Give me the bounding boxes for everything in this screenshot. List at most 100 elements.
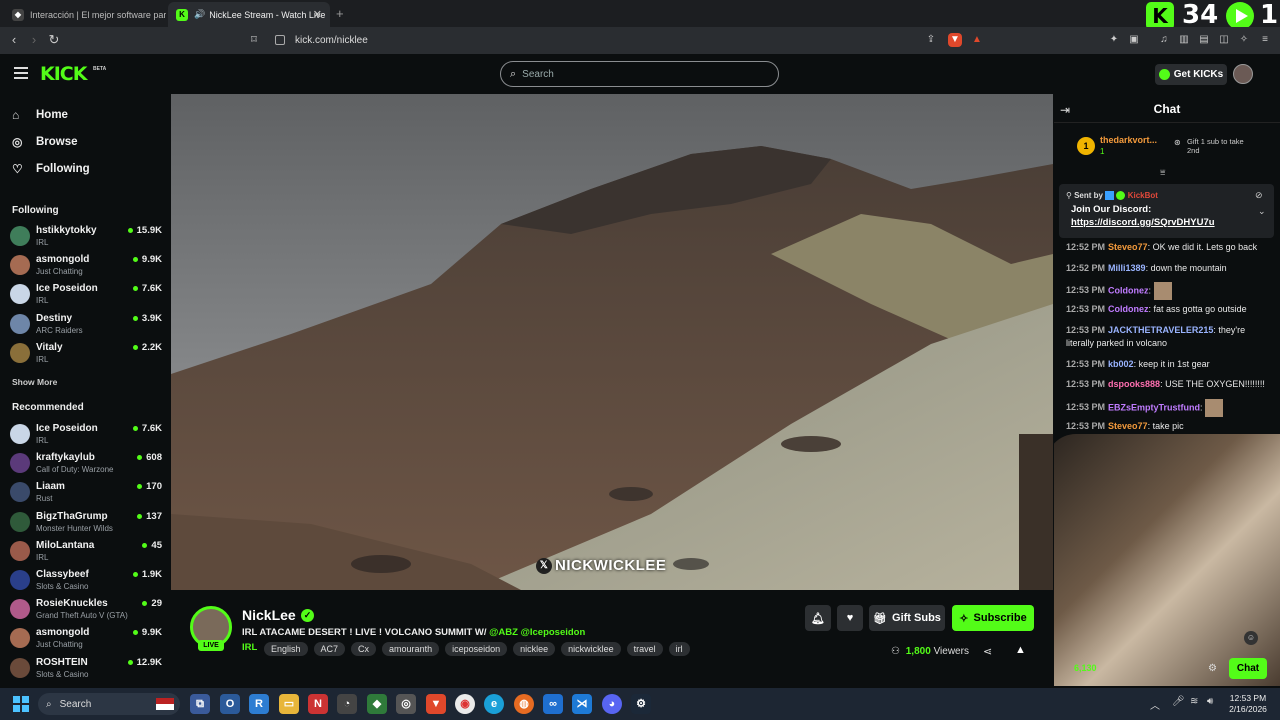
- notification-bell-button[interactable]: 🔔︎: [805, 605, 831, 631]
- sidebar-channel[interactable]: Destiny ARC Raiders 3.9K: [10, 312, 162, 340]
- sidebar-channel[interactable]: asmongold Just Chatting 9.9K: [10, 253, 162, 281]
- file-explorer-icon[interactable]: ▭: [279, 694, 299, 714]
- outlook-icon[interactable]: O: [220, 694, 240, 714]
- message-username[interactable]: Coldonez: [1108, 304, 1149, 314]
- message-username[interactable]: kb002: [1108, 359, 1134, 369]
- sidebar-channel[interactable]: Ice Poseidon IRL 7.6K: [10, 422, 162, 450]
- user-avatar[interactable]: [1233, 64, 1253, 84]
- extensions-icon[interactable]: ✦: [1107, 33, 1121, 47]
- message-username[interactable]: dspooks888: [1108, 379, 1160, 389]
- stream-tag[interactable]: Cx: [351, 642, 377, 656]
- category-link[interactable]: IRL: [242, 642, 257, 653]
- sidebar-channel[interactable]: Liaam Rust 170: [10, 480, 162, 508]
- search-input[interactable]: ⌕ Search: [500, 61, 779, 87]
- sidebar-channel[interactable]: Classybeef Slots & Casino 1.9K: [10, 568, 162, 596]
- vpn-icon[interactable]: ◫: [1217, 33, 1231, 47]
- stream-tag[interactable]: nickwicklee: [561, 642, 621, 656]
- sidebar-channel[interactable]: Vitaly IRL 2.2K: [10, 341, 162, 369]
- browser-tab-active[interactable]: K 🔊 NickLee Stream - Watch Live ✕: [168, 2, 330, 27]
- sidebar-channel[interactable]: BigzThaGrump Monster Hunter Wilds 137: [10, 510, 162, 538]
- new-tab-icon[interactable]: +: [336, 6, 344, 21]
- sidebar-item-browse[interactable]: ◎ Browse: [12, 135, 78, 149]
- forward-icon[interactable]: ›: [26, 32, 42, 48]
- app-icon[interactable]: R: [249, 694, 269, 714]
- vscode-icon[interactable]: ⋊: [572, 694, 592, 714]
- message-username[interactable]: JACKTHETRAVELER215: [1108, 325, 1213, 335]
- streamer-name[interactable]: NickLee: [242, 607, 296, 623]
- windows-start-icon[interactable]: [13, 696, 29, 712]
- task-view-icon[interactable]: ⧉: [190, 694, 210, 714]
- stream-tag[interactable]: irl: [668, 642, 690, 656]
- screenshot-icon[interactable]: ▣: [1127, 33, 1141, 47]
- stream-tag[interactable]: nicklee: [513, 642, 556, 656]
- emoji-icon[interactable]: ☺: [1244, 631, 1258, 645]
- sidebar-channel[interactable]: kraftykaylub Call of Duty: Warzone 608: [10, 451, 162, 479]
- top-gifter-name[interactable]: thedarkvort...: [1100, 135, 1157, 145]
- report-icon[interactable]: ▲: [1015, 644, 1026, 656]
- message-username[interactable]: Steveo77: [1108, 242, 1148, 252]
- share-icon[interactable]: ⇪: [924, 33, 938, 47]
- show-more-link[interactable]: Show More: [12, 377, 57, 387]
- subscribe-button[interactable]: ✧ Subscribe: [952, 605, 1034, 631]
- message-username[interactable]: EBZsEmptyTrustfund: [1108, 402, 1200, 412]
- chrome-icon[interactable]: ◉: [455, 694, 475, 714]
- unpin-icon[interactable]: ⊘: [1255, 190, 1263, 201]
- menu-icon[interactable]: ≡: [1258, 33, 1272, 47]
- url-field[interactable]: kick.com/nicklee: [295, 31, 945, 50]
- sidebar-channel[interactable]: RosieKnuckles Grand Theft Auto V (GTA) 29: [10, 597, 162, 625]
- brave-rewards-icon[interactable]: ▲: [970, 33, 984, 47]
- pinned-link[interactable]: https://discord.gg/SQrvDHYU7u: [1071, 217, 1215, 228]
- microphone-icon[interactable]: 🎤︎: [1172, 696, 1185, 707]
- music-icon[interactable]: ♫: [1157, 33, 1171, 47]
- stream-title-mentions[interactable]: @ABZ @Iceposeidon: [489, 627, 585, 638]
- message-username[interactable]: Coldonez: [1108, 285, 1149, 295]
- filter-icon[interactable]: ⩸: [1160, 167, 1165, 178]
- clock-app-icon[interactable]: ◔: [337, 694, 357, 714]
- chevron-up-icon[interactable]: ︿: [1150, 697, 1160, 712]
- sidebar-item-following[interactable]: ♡ Following: [12, 162, 90, 176]
- stream-tag[interactable]: AC7: [313, 642, 346, 656]
- reload-icon[interactable]: ↻: [46, 32, 62, 48]
- back-icon[interactable]: ‹: [6, 32, 22, 48]
- firefox-icon[interactable]: ◍: [514, 694, 534, 714]
- chevron-down-icon[interactable]: ⌄: [1258, 206, 1266, 217]
- edge-icon[interactable]: e: [484, 694, 504, 714]
- wallet-icon[interactable]: ▤: [1197, 33, 1211, 47]
- follow-heart-button[interactable]: ♥: [837, 605, 863, 631]
- video-player[interactable]: [171, 94, 1053, 590]
- steam-icon[interactable]: ⚙: [631, 694, 651, 714]
- bookmark-icon[interactable]: ⌑: [246, 32, 262, 48]
- message-username[interactable]: Steveo77: [1108, 421, 1148, 431]
- taskbar-search[interactable]: ⌕ Search: [38, 693, 180, 715]
- close-tab-icon[interactable]: ✕: [313, 8, 322, 21]
- sidebar-item-home[interactable]: ⌂ Home: [12, 108, 68, 122]
- clock[interactable]: 12:53 PM 2/16/2026: [1226, 693, 1270, 715]
- sidebar-channel[interactable]: asmongold Just Chatting 9.9K: [10, 626, 162, 654]
- stream-tag[interactable]: travel: [626, 642, 663, 656]
- send-chat-button[interactable]: Chat: [1229, 658, 1267, 679]
- discord-icon[interactable]: ◕: [602, 694, 622, 714]
- stream-tag[interactable]: iceposeidon: [445, 642, 508, 656]
- brave-icon[interactable]: ▼: [426, 694, 446, 714]
- sidebar-channel[interactable]: ROSHTEIN Slots & Casino 12.9K: [10, 656, 162, 684]
- volume-icon[interactable]: 🔊︎: [1207, 696, 1213, 707]
- sidebar-channel[interactable]: hstikkytokky IRL 15.9K: [10, 224, 162, 252]
- app-icon[interactable]: ∞: [543, 694, 563, 714]
- site-info-icon[interactable]: [275, 35, 285, 45]
- stream-tag[interactable]: amouranth: [382, 642, 440, 656]
- get-kicks-button[interactable]: Get KICKs: [1155, 64, 1227, 85]
- sidebar-channel[interactable]: Ice Poseidon IRL 7.6K: [10, 282, 162, 310]
- share-icon[interactable]: ⋖: [983, 645, 992, 658]
- app-icon[interactable]: ◆: [367, 694, 387, 714]
- message-username[interactable]: Milli1389: [1108, 263, 1146, 273]
- wifi-icon[interactable]: ≋: [1190, 696, 1198, 707]
- chat-settings-icon[interactable]: ⚙: [1208, 663, 1217, 674]
- netflix-icon[interactable]: N: [308, 694, 328, 714]
- brave-shield-icon[interactable]: ▼: [948, 33, 962, 47]
- hamburger-menu-icon[interactable]: [14, 67, 28, 79]
- ai-icon[interactable]: ✧: [1237, 33, 1251, 47]
- gift-subs-button[interactable]: 🎁︎ Gift Subs: [869, 605, 945, 631]
- app-icon[interactable]: ◎: [396, 694, 416, 714]
- sidebar-channel[interactable]: MiloLantana IRL 45: [10, 539, 162, 567]
- browser-tab[interactable]: ◆ Interacción | El mejor software para .…: [4, 2, 166, 27]
